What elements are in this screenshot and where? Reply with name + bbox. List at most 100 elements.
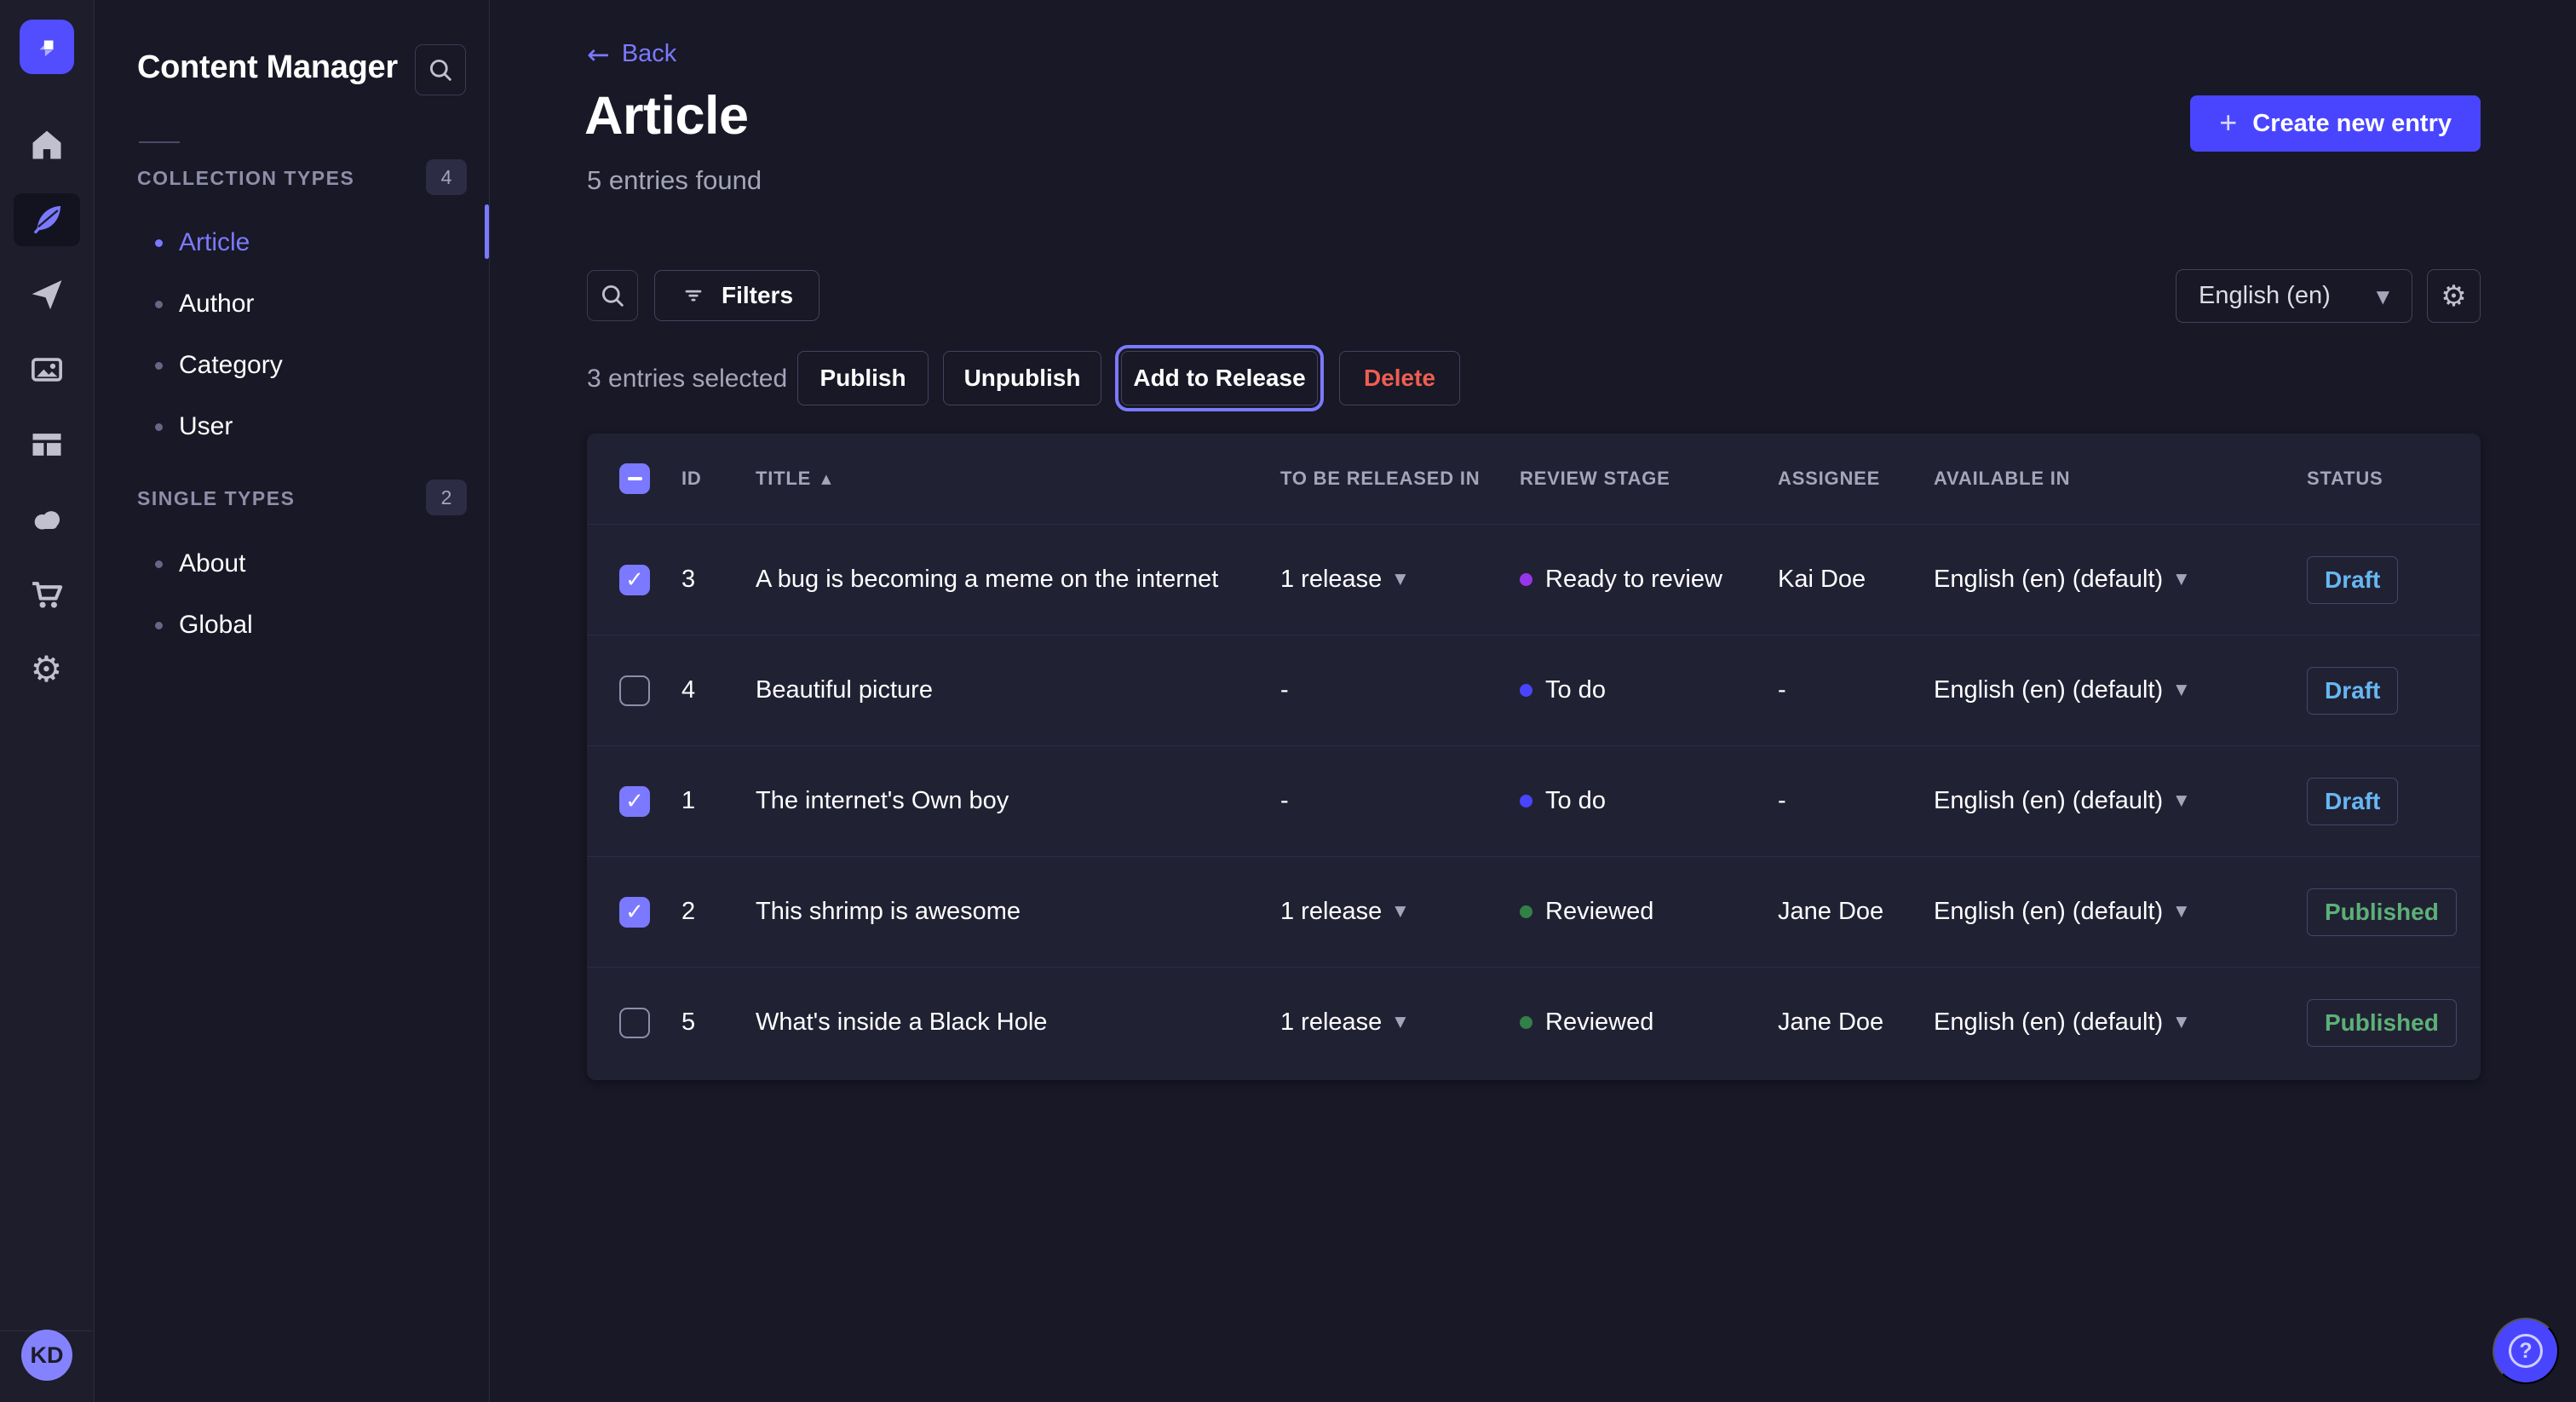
cell-id: 4 (681, 676, 756, 704)
nav-cloud[interactable] (14, 493, 80, 546)
subnav-divider (139, 141, 180, 143)
subnav-search-button[interactable] (415, 44, 466, 95)
view-settings-button[interactable]: ⚙ (2427, 269, 2481, 323)
locale-select[interactable]: English (en) ▼ (2176, 269, 2412, 323)
column-header-stage[interactable]: REVIEW STAGE (1520, 468, 1778, 490)
table-row[interactable]: ✓ 2 This shrimp is awesome 1 release ▼ R… (587, 856, 2481, 967)
nav-settings[interactable]: ⚙ (14, 643, 80, 696)
publish-button[interactable]: Publish (797, 351, 929, 405)
cell-release: - (1280, 787, 1520, 815)
question-mark-icon: ? (2509, 1334, 2543, 1368)
cell-review-stage: Reviewed (1520, 898, 1778, 926)
column-header-assignee[interactable]: ASSIGNEE (1778, 468, 1934, 490)
back-link[interactable]: ← Back (587, 40, 676, 68)
search-button[interactable] (587, 270, 638, 321)
column-header-status[interactable]: STATUS (2307, 468, 2481, 490)
add-to-release-button[interactable]: Add to Release (1121, 351, 1318, 405)
search-icon (598, 281, 627, 310)
indeterminate-icon (628, 477, 642, 480)
main-navbar: ⚙ KD (0, 0, 95, 1402)
row-checkbox[interactable] (619, 675, 650, 706)
cell-review-stage: To do (1520, 787, 1778, 815)
cell-available-dropdown[interactable]: English (en) (default) ▼ (1934, 676, 2307, 704)
table-row[interactable]: ✓ 3 A bug is becoming a meme on the inte… (587, 524, 2481, 635)
sidebar-item-label: User (179, 412, 233, 441)
column-header-available[interactable]: AVAILABLE IN (1934, 468, 2307, 490)
sidebar-item-label: Article (179, 228, 250, 257)
back-label: Back (622, 40, 676, 68)
nav-marketplace[interactable] (14, 568, 80, 621)
delete-button[interactable]: Delete (1339, 351, 1460, 405)
nav-media-library[interactable] (14, 343, 80, 396)
create-new-entry-button[interactable]: + Create new entry (2190, 95, 2481, 152)
help-button[interactable]: ? (2493, 1318, 2559, 1384)
nav-content-type-builder[interactable] (14, 418, 80, 471)
sidebar-item-label: Author (179, 290, 254, 319)
cloud-icon (28, 501, 66, 538)
status-badge: Draft (2307, 667, 2398, 715)
row-checkbox[interactable] (619, 1008, 650, 1038)
sidebar-item-author[interactable]: Author (155, 290, 254, 319)
cell-available-dropdown[interactable]: English (en) (default) ▼ (1934, 787, 2307, 815)
cell-review-stage: To do (1520, 676, 1778, 704)
cell-available-dropdown[interactable]: English (en) (default) ▼ (1934, 898, 2307, 926)
row-checkbox[interactable]: ✓ (619, 565, 650, 595)
chevron-down-icon: ▼ (2176, 905, 2187, 919)
table-row[interactable]: ✓ 1 The internet's Own boy - To do - Eng… (587, 745, 2481, 856)
nav-releases[interactable] (14, 268, 80, 321)
cell-assignee: - (1778, 787, 1934, 815)
sidebar-item-label: Category (179, 351, 283, 380)
cell-release-dropdown[interactable]: 1 release ▼ (1280, 898, 1520, 926)
table-header-row: ID TITLE ▲ TO BE RELEASED IN REVIEW STAG… (587, 434, 2481, 524)
sidebar-item-label: About (179, 549, 245, 578)
chevron-down-icon: ▼ (1394, 905, 1406, 919)
bullet-icon (155, 622, 163, 629)
sidebar-item-article[interactable]: Article (155, 228, 250, 257)
cell-release-dropdown[interactable]: 1 release ▼ (1280, 566, 1520, 594)
cell-id: 3 (681, 566, 756, 594)
cell-title: A bug is becoming a meme on the internet (756, 566, 1280, 594)
collection-types-badge: 4 (426, 159, 467, 195)
table-row[interactable]: 4 Beautiful picture - To do - English (e… (587, 635, 2481, 745)
cell-assignee: Kai Doe (1778, 566, 1934, 594)
cell-title: The internet's Own boy (756, 787, 1280, 815)
column-header-release[interactable]: TO BE RELEASED IN (1280, 468, 1520, 490)
select-all-checkbox[interactable] (619, 463, 650, 494)
cell-available-dropdown[interactable]: English (en) (default) ▼ (1934, 1008, 2307, 1037)
table-row[interactable]: 5 What's inside a Black Hole 1 release ▼… (587, 967, 2481, 1077)
cell-release-dropdown[interactable]: 1 release ▼ (1280, 1008, 1520, 1037)
strapi-logo[interactable] (20, 20, 74, 74)
column-header-id[interactable]: ID (681, 468, 756, 490)
stage-dot (1520, 905, 1532, 918)
column-header-title[interactable]: TITLE ▲ (756, 468, 1280, 490)
nav-home[interactable] (14, 118, 80, 171)
row-checkbox[interactable]: ✓ (619, 897, 650, 928)
sidebar-item-category[interactable]: Category (155, 351, 283, 380)
subnav-scrollbar-thumb[interactable] (485, 204, 489, 259)
selection-count: 3 entries selected (587, 365, 787, 394)
chevron-down-icon: ▼ (2176, 794, 2187, 808)
subnav-title: Content Manager (137, 49, 398, 86)
cell-assignee: Jane Doe (1778, 1008, 1934, 1037)
stage-dot (1520, 573, 1532, 586)
gear-icon: ⚙ (2441, 279, 2466, 313)
cell-status: Published (2307, 888, 2481, 936)
bullet-icon (155, 423, 163, 431)
single-types-badge: 2 (426, 480, 467, 515)
status-badge: Draft (2307, 556, 2398, 604)
unpublish-button[interactable]: Unpublish (943, 351, 1101, 405)
create-new-entry-label: Create new entry (2252, 110, 2452, 138)
nav-content-manager[interactable] (14, 193, 80, 246)
page-title: Article (584, 85, 749, 147)
sidebar-item-user[interactable]: User (155, 412, 233, 441)
user-avatar[interactable]: KD (21, 1330, 72, 1381)
filters-button[interactable]: Filters (654, 270, 819, 321)
cell-available-dropdown[interactable]: English (en) (default) ▼ (1934, 566, 2307, 594)
sidebar-item-about[interactable]: About (155, 549, 245, 578)
sidebar-item-global[interactable]: Global (155, 611, 253, 640)
row-checkbox[interactable]: ✓ (619, 786, 650, 817)
cell-status: Published (2307, 999, 2481, 1047)
cell-title: This shrimp is awesome (756, 898, 1280, 926)
entries-count: 5 entries found (587, 165, 762, 196)
bullet-icon (155, 239, 163, 247)
